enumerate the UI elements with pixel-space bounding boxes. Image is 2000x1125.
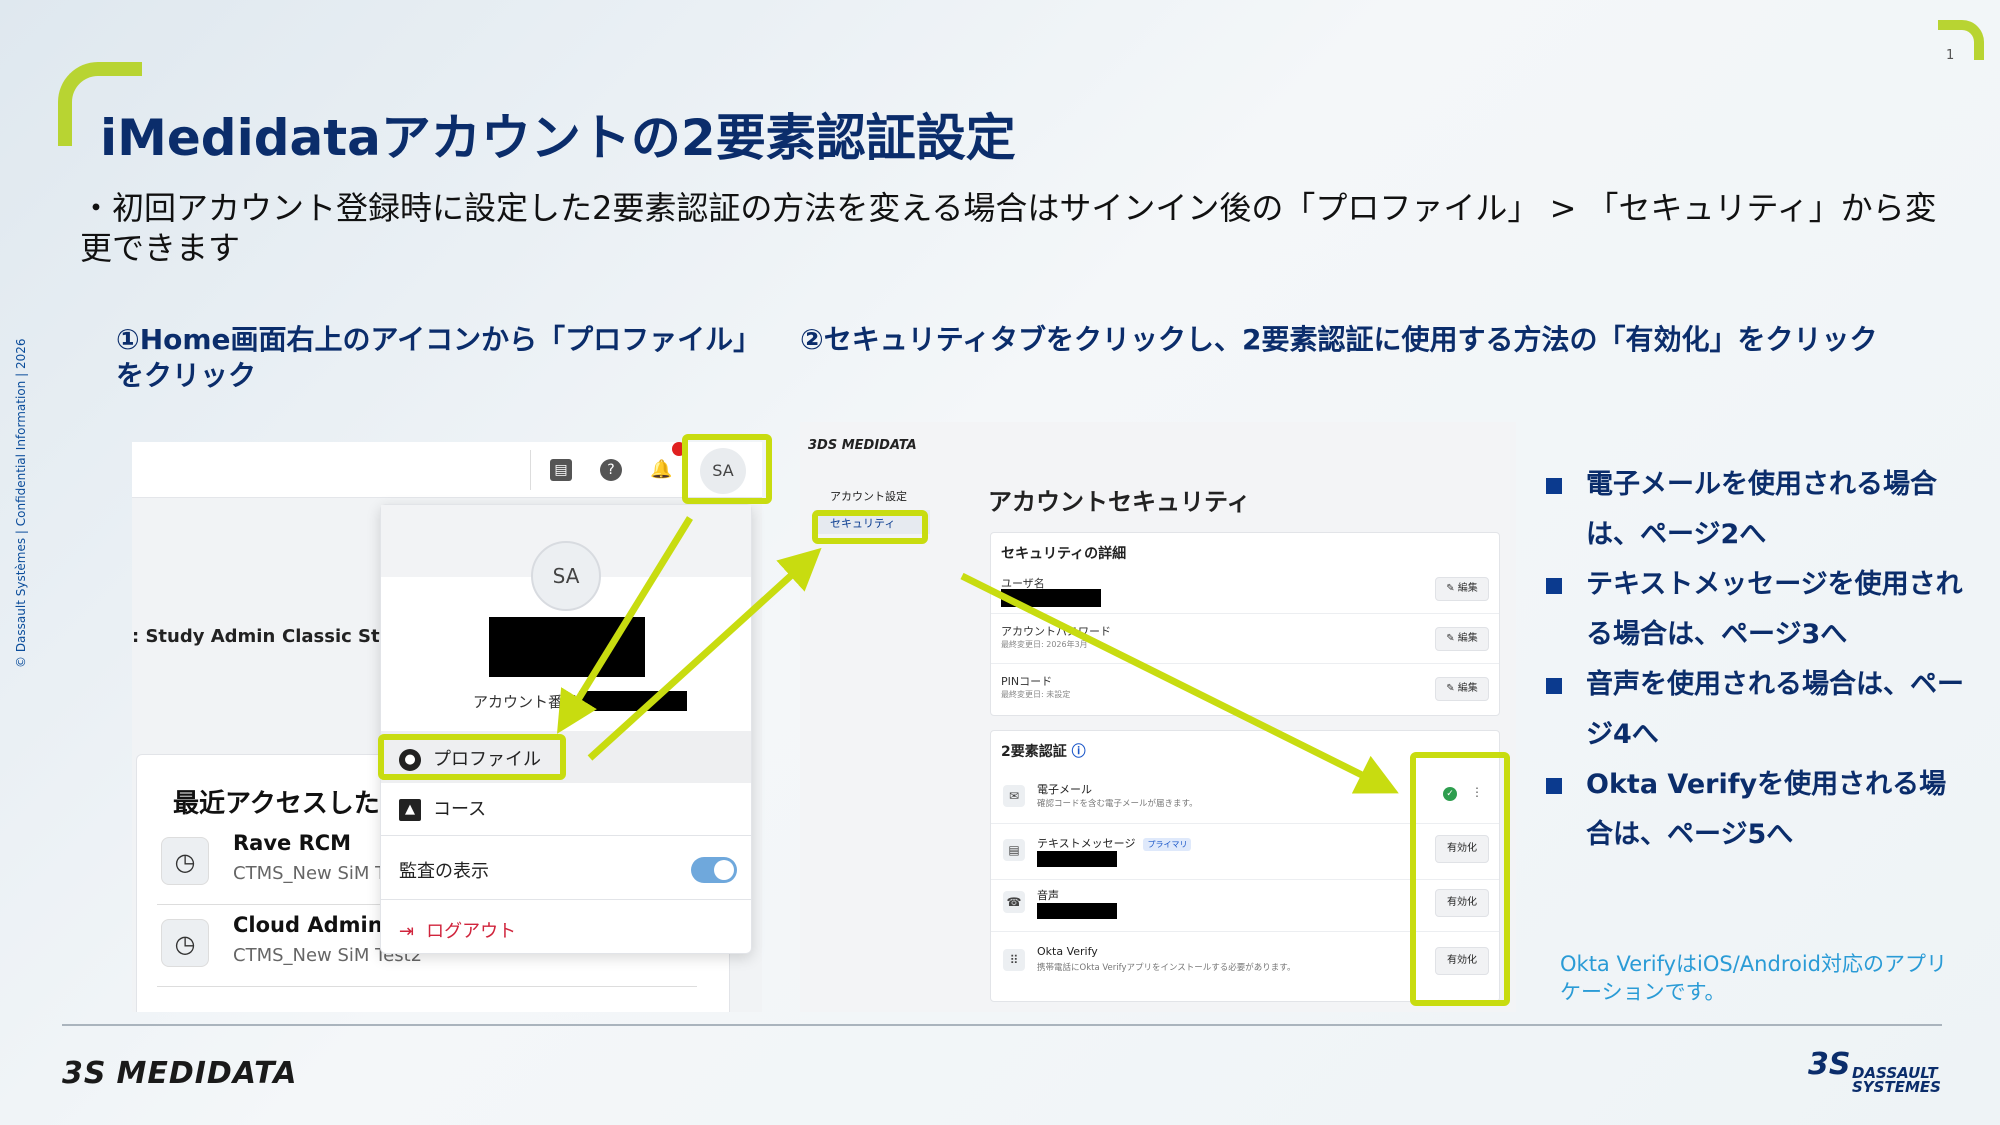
bullet-list: 電子メールを使用される場合は、ページ2へ テキストメッセージを使用される場合は、… <box>1546 460 1966 860</box>
okta-note: Okta VerifyはiOS/Android対応のアプリケーションです。 <box>1560 952 1948 1004</box>
3ds-logo-icon: 3S <box>62 1056 107 1091</box>
arrow-profile-to-security <box>587 547 822 761</box>
arrow-security-to-enable <box>960 572 1399 794</box>
medidata-footer-logo: 3S MEDIDATA <box>62 1056 298 1091</box>
3ds-logo-icon: 3S <box>1808 1047 1851 1082</box>
bullet-text: テキストメッセージを使用される場合は、ページ3へ <box>1546 560 1966 660</box>
footer-divider <box>62 1024 1942 1026</box>
bullet-email: 電子メールを使用される場合は、ページ2へ <box>1546 460 1966 560</box>
bullet-voice: 音声を使用される場合は、ページ4へ <box>1546 660 1966 760</box>
bullet-okta: Okta Verifyを使用される場合は、ページ5へ <box>1546 760 1966 860</box>
